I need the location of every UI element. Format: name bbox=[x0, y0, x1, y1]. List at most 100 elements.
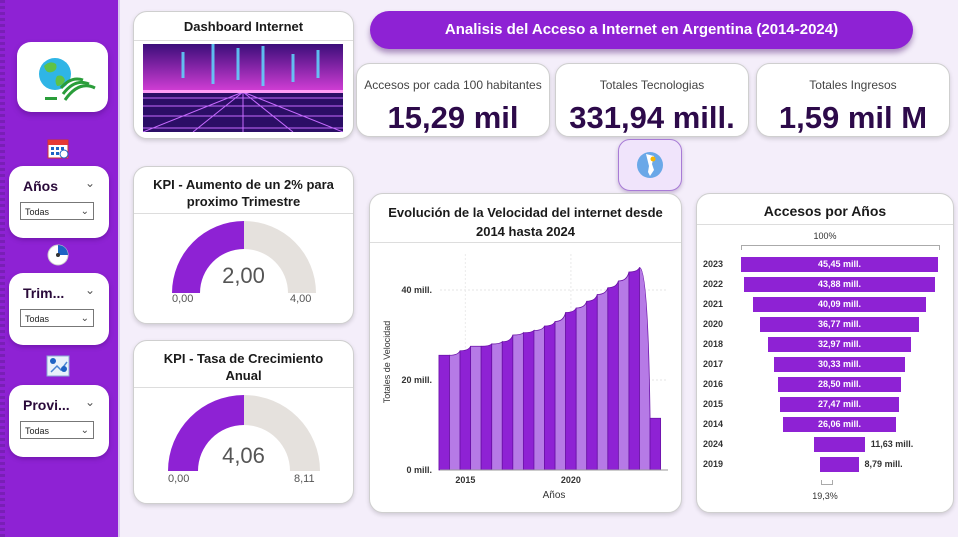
x-axis-label: Años bbox=[543, 490, 566, 501]
dropdown-arrow-icon: ⌄ bbox=[80, 206, 89, 217]
area-segment bbox=[607, 280, 619, 471]
funnel-bar: 26,06 mill. bbox=[783, 417, 896, 432]
gauge-max: 4,00 bbox=[290, 293, 312, 305]
map-pin-icon bbox=[44, 353, 72, 379]
y-tick-label: 20 mill. bbox=[401, 375, 432, 385]
funnel-year-label: 2021 bbox=[703, 299, 724, 309]
sidebar-edge bbox=[0, 0, 5, 537]
funnel-bar: 40,09 mill. bbox=[752, 297, 927, 312]
gauge-title: KPI - Tasa de Crecimiento Anual bbox=[163, 351, 324, 383]
filter-province-value: Todas bbox=[25, 426, 50, 436]
funnel-year-label: 2017 bbox=[703, 359, 724, 369]
funnel-bar: 30,33 mill. bbox=[773, 357, 906, 372]
funnel-year-label: 2020 bbox=[703, 319, 724, 329]
filter-quarter-label: Trim... bbox=[23, 285, 65, 301]
funnel-bar: 32,97 mill. bbox=[768, 337, 911, 352]
logo bbox=[17, 42, 108, 112]
y-tick-label: 40 mill. bbox=[401, 285, 432, 295]
area-segment bbox=[470, 345, 482, 471]
dropdown-arrow-icon: ⌄ bbox=[80, 425, 89, 436]
area-segment bbox=[459, 346, 472, 471]
chevron-down-icon[interactable]: ⌄ bbox=[85, 395, 95, 409]
funnel-value-label: 32,97 mill. bbox=[817, 339, 861, 349]
area-segment bbox=[649, 417, 662, 471]
funnel-year-label: 2022 bbox=[703, 279, 724, 289]
funnel-value-label: 43,88 mill. bbox=[817, 279, 861, 289]
area-segment bbox=[480, 342, 493, 471]
page-title: Analisis del Acceso a Internet en Argent… bbox=[370, 11, 913, 49]
funnel-value-label: 40,09 mill. bbox=[817, 299, 861, 309]
funnel-value-label: 11,63 mill. bbox=[870, 439, 914, 449]
area-segment bbox=[438, 354, 450, 471]
kpi-label: Accesos por cada 100 habitantes bbox=[364, 78, 542, 92]
filter-province-label: Provi... bbox=[23, 397, 70, 413]
filter-province[interactable]: Provi... ⌄ Todas ⌄ bbox=[9, 385, 109, 457]
gauge-min: 0,00 bbox=[172, 293, 194, 305]
argentina-map-icon bbox=[637, 152, 663, 178]
area-segment bbox=[522, 329, 535, 471]
funnel-bar bbox=[814, 437, 865, 452]
dropdown-arrow-icon: ⌄ bbox=[80, 313, 89, 324]
funnel-bottom-bracket bbox=[821, 480, 833, 485]
area-segment bbox=[586, 294, 598, 471]
area-segment bbox=[617, 271, 630, 471]
gauge-min: 0,00 bbox=[168, 473, 190, 485]
chart-title: Accesos por Años bbox=[763, 203, 887, 219]
filter-years-select[interactable]: Todas ⌄ bbox=[20, 202, 94, 220]
funnel-year-label: 2015 bbox=[703, 399, 724, 409]
kpi-card-technologies: Totales Tecnologias 331,94 mill. bbox=[555, 63, 749, 137]
area-segment bbox=[512, 331, 524, 471]
kpi-value: 331,94 mill. bbox=[569, 100, 735, 135]
filter-years[interactable]: Años ⌄ Todas ⌄ bbox=[9, 166, 109, 238]
chart-title: Evolución de la Velocidad del internet d… bbox=[388, 205, 663, 239]
gauge-card-growth: KPI - Tasa de Crecimiento Anual 0,00 8,1… bbox=[133, 340, 354, 504]
area-segment bbox=[575, 301, 588, 471]
accesses-funnel-card: Accesos por Años 100% 2023 45,45 mill. 202… bbox=[696, 193, 954, 513]
gauge-title: KPI - Aumento de un 2% para proximo Trim… bbox=[153, 177, 334, 209]
area-segment bbox=[501, 334, 514, 471]
gauge-value: 2,00 bbox=[222, 263, 265, 288]
area-segment bbox=[628, 267, 640, 471]
calendar-icon bbox=[44, 135, 72, 161]
kpi-card-revenue: Totales Ingresos 1,59 mil M bbox=[756, 63, 950, 137]
kpi-card-accesses: Accesos por cada 100 habitantes 15,29 mi… bbox=[356, 63, 550, 137]
banner-title: Dashboard Internet bbox=[183, 19, 304, 34]
filter-province-select[interactable]: Todas ⌄ bbox=[20, 421, 94, 439]
chevron-down-icon[interactable]: ⌄ bbox=[85, 176, 95, 190]
funnel-year-label: 2016 bbox=[703, 379, 724, 389]
kpi-value: 1,59 mil M bbox=[778, 100, 928, 135]
filter-years-value: Todas bbox=[25, 207, 50, 217]
filter-quarter[interactable]: Trim... ⌄ Todas ⌄ bbox=[9, 273, 109, 345]
x-tick-label: 2020 bbox=[561, 475, 581, 485]
funnel-year-label: 2018 bbox=[703, 339, 724, 349]
map-button[interactable] bbox=[618, 139, 682, 191]
speed-area-chart: 0 mill. 20 mill. 40 mill. 2015 2020 Años Total… bbox=[382, 254, 668, 501]
area-segment bbox=[565, 307, 577, 471]
clock-quarter-icon bbox=[44, 242, 72, 268]
funnel-value-label: 8,79 mill. bbox=[864, 459, 903, 469]
funnel-year-label: 2023 bbox=[703, 259, 724, 269]
funnel-bottom-label: 19,3% bbox=[812, 491, 838, 501]
funnel-value-label: 30,33 mill. bbox=[817, 359, 861, 369]
funnel-bar: 43,88 mill. bbox=[744, 277, 935, 292]
chevron-down-icon[interactable]: ⌄ bbox=[85, 283, 95, 297]
banner-card: Dashboard Internet bbox=[133, 11, 354, 139]
funnel-bar: 27,47 mill. bbox=[779, 397, 900, 412]
area-segment bbox=[491, 340, 503, 471]
area-segment bbox=[639, 267, 651, 471]
funnel-top-bracket bbox=[741, 245, 940, 250]
funnel-value-label: 27,47 mill. bbox=[817, 399, 861, 409]
filter-quarter-value: Todas bbox=[25, 314, 50, 324]
x-tick-label: 2015 bbox=[455, 475, 475, 485]
y-axis-label: Totales de Velocidad bbox=[382, 321, 392, 404]
funnel-value-label: 28,50 mill. bbox=[817, 379, 861, 389]
speed-chart-card: Evolución de la Velocidad del internet d… bbox=[369, 193, 682, 513]
filter-quarter-select[interactable]: Todas ⌄ bbox=[20, 309, 94, 327]
gauge-card-quarter: KPI - Aumento de un 2% para proximo Trim… bbox=[133, 166, 354, 324]
funnel-year-label: 2019 bbox=[703, 459, 724, 469]
funnel-bar: 28,50 mill. bbox=[777, 377, 902, 392]
globe-wifi-icon bbox=[39, 58, 96, 101]
funnel-year-label: 2024 bbox=[703, 439, 724, 449]
area-segment bbox=[554, 312, 567, 471]
funnel-bar: 45,45 mill. bbox=[741, 257, 938, 272]
